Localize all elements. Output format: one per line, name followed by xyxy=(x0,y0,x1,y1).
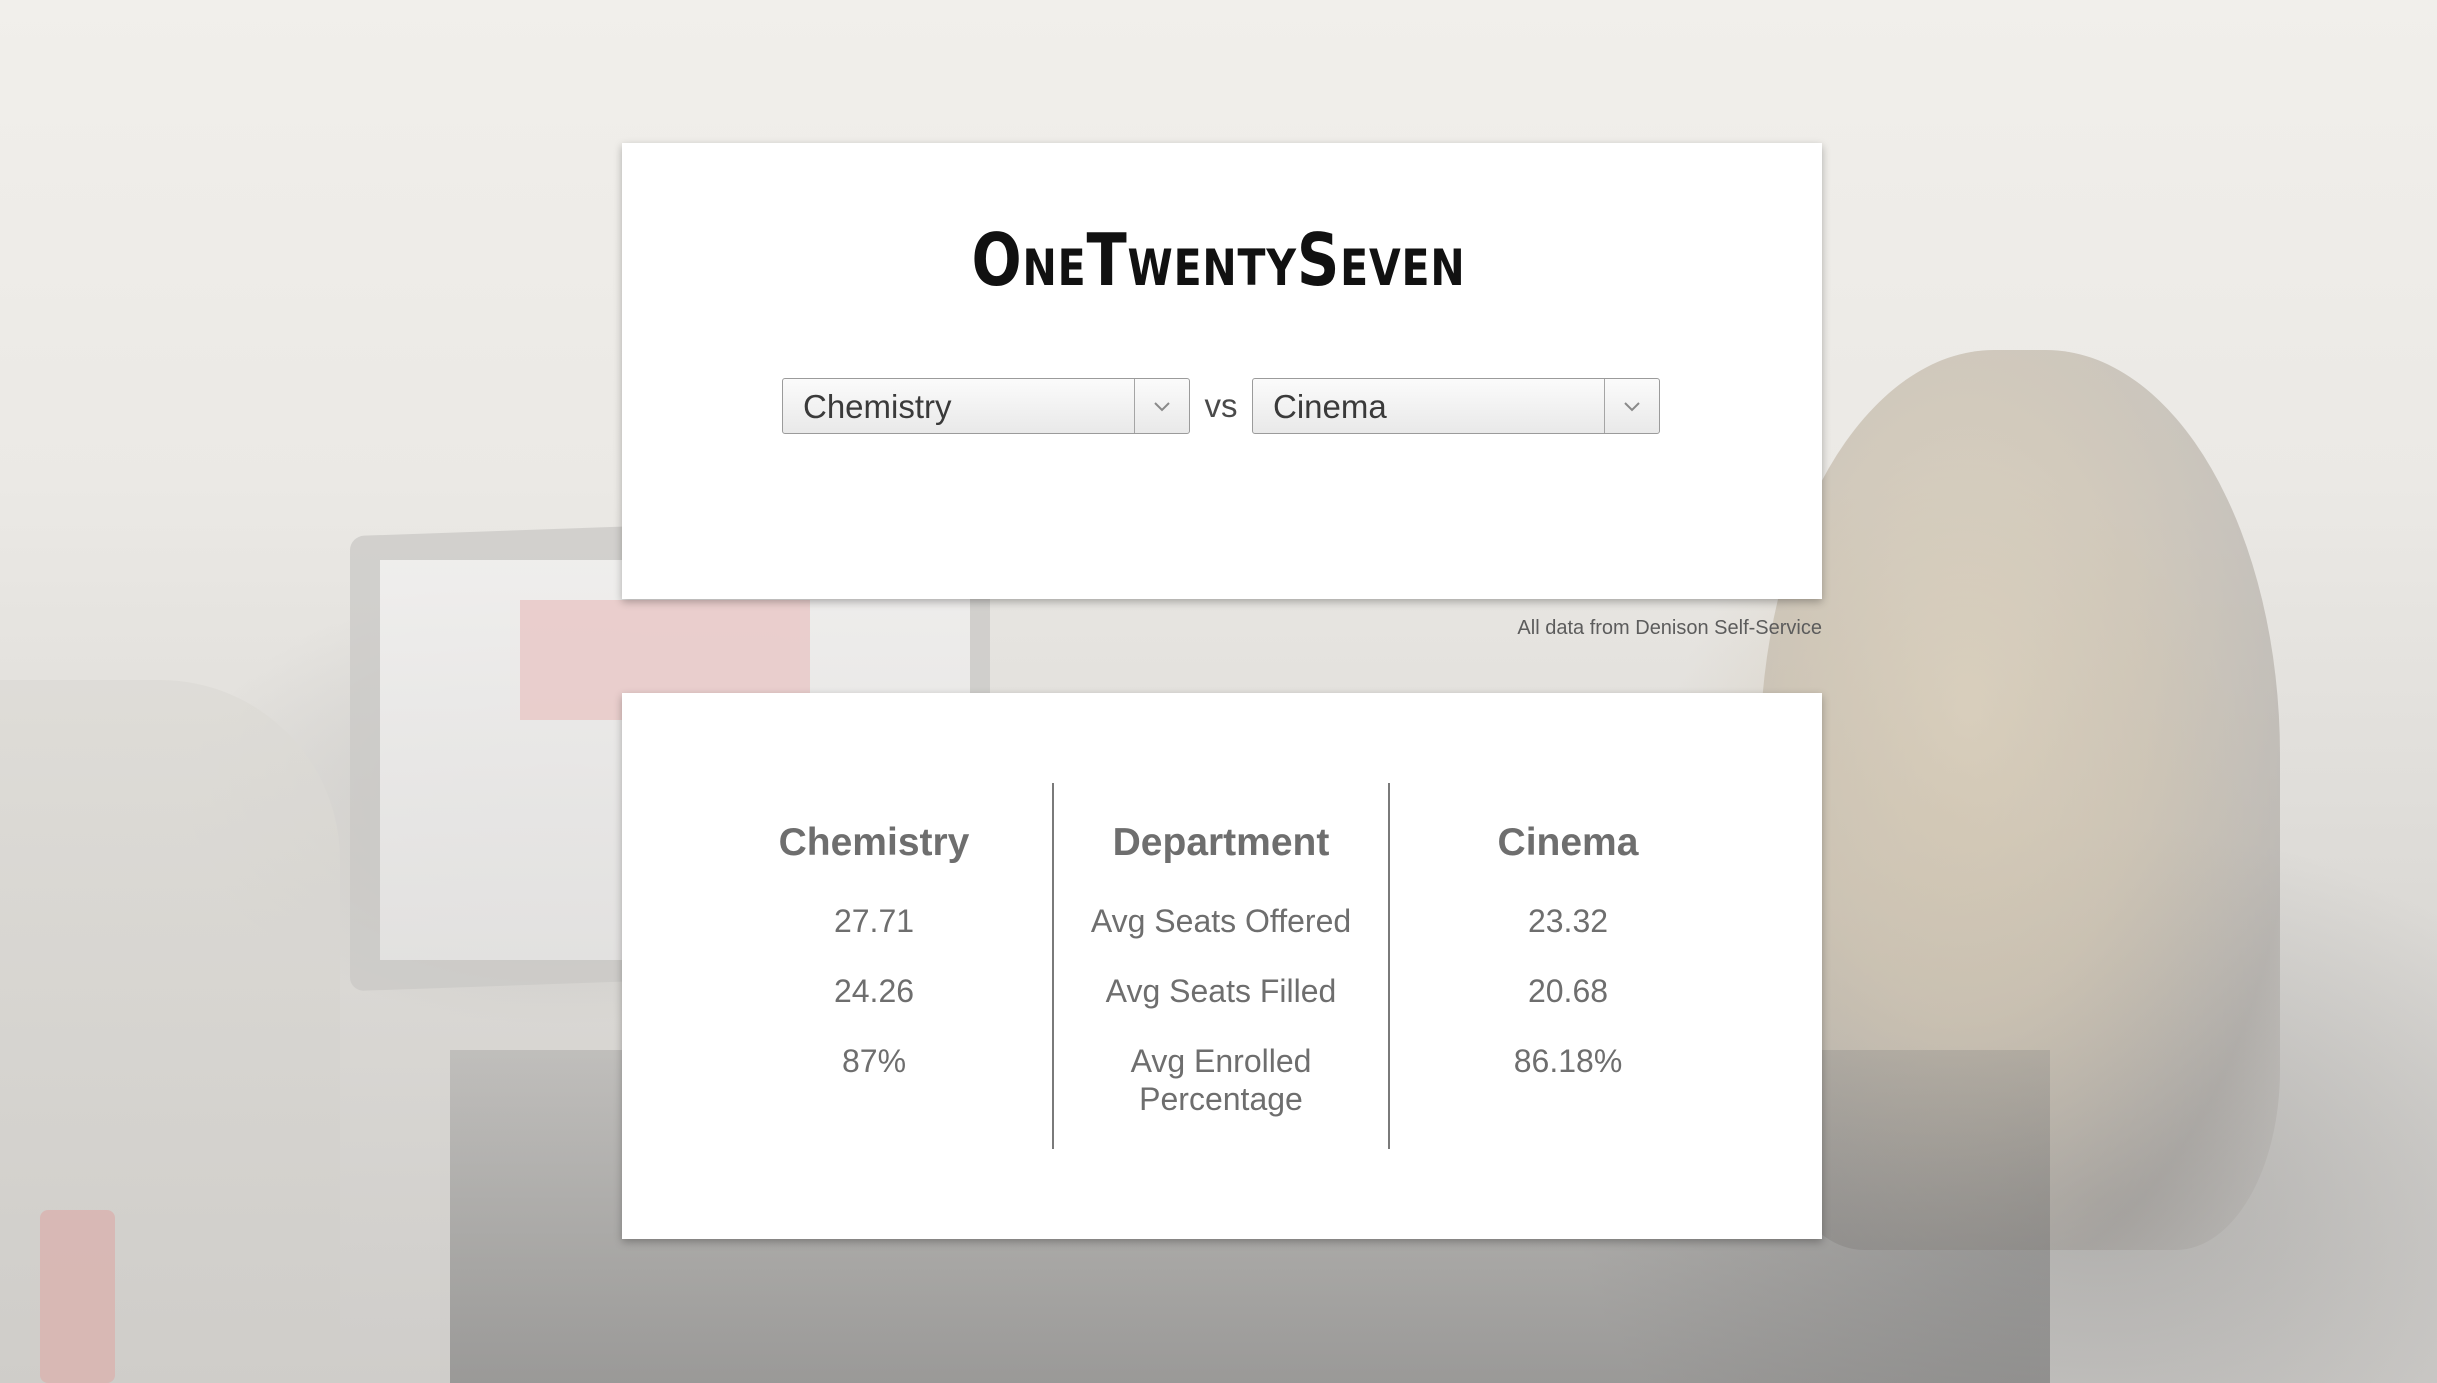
background-can xyxy=(40,1210,115,1383)
logo-link[interactable]: OneTwentySeven xyxy=(971,218,1465,302)
stats-right-value: 20.68 xyxy=(1527,973,1609,1009)
stats-middle-header: Department xyxy=(1112,821,1330,864)
stats-right-value: 86.18% xyxy=(1513,1043,1623,1079)
stats-row-label: Avg Enrolled Percentage xyxy=(1130,1043,1312,1117)
selection-card xyxy=(622,143,1822,599)
vs-label: vs xyxy=(1204,387,1238,424)
stats-right-value: 23.32 xyxy=(1527,903,1609,939)
stats-left-value: 24.26 xyxy=(833,973,915,1009)
stats-column-left: Chemistry 27.71 24.26 87% xyxy=(716,818,1032,1080)
stats-row-label: Avg Seats Offered xyxy=(1090,903,1352,939)
department-select-right-value: Cinema xyxy=(1273,388,1387,425)
stats-left-header: Chemistry xyxy=(778,821,970,864)
department-select-right[interactable]: Cinema xyxy=(1252,378,1660,434)
chevron-down-icon xyxy=(1624,402,1640,412)
stats-left-value: 27.71 xyxy=(833,903,915,939)
stats-row-label: Avg Seats Filled xyxy=(1105,973,1337,1009)
stats-right-header: Cinema xyxy=(1497,821,1639,864)
stats-left-value: 87% xyxy=(841,1043,907,1079)
chevron-down-icon xyxy=(1154,402,1170,412)
column-divider xyxy=(1052,783,1054,1149)
app-logo[interactable]: OneTwentySeven xyxy=(219,218,2217,302)
department-select-left-value: Chemistry xyxy=(803,388,952,425)
department-select-right-arrow[interactable] xyxy=(1604,379,1659,433)
stats-column-right: Cinema 23.32 20.68 86.18% xyxy=(1410,818,1726,1080)
department-select-left[interactable]: Chemistry xyxy=(782,378,1190,434)
data-source-note: All data from Denison Self-Service xyxy=(1517,617,1822,639)
stats-column-labels: Department Avg Seats Offered Avg Seats F… xyxy=(1055,818,1387,1118)
column-divider xyxy=(1388,783,1390,1149)
department-select-left-arrow[interactable] xyxy=(1134,379,1189,433)
